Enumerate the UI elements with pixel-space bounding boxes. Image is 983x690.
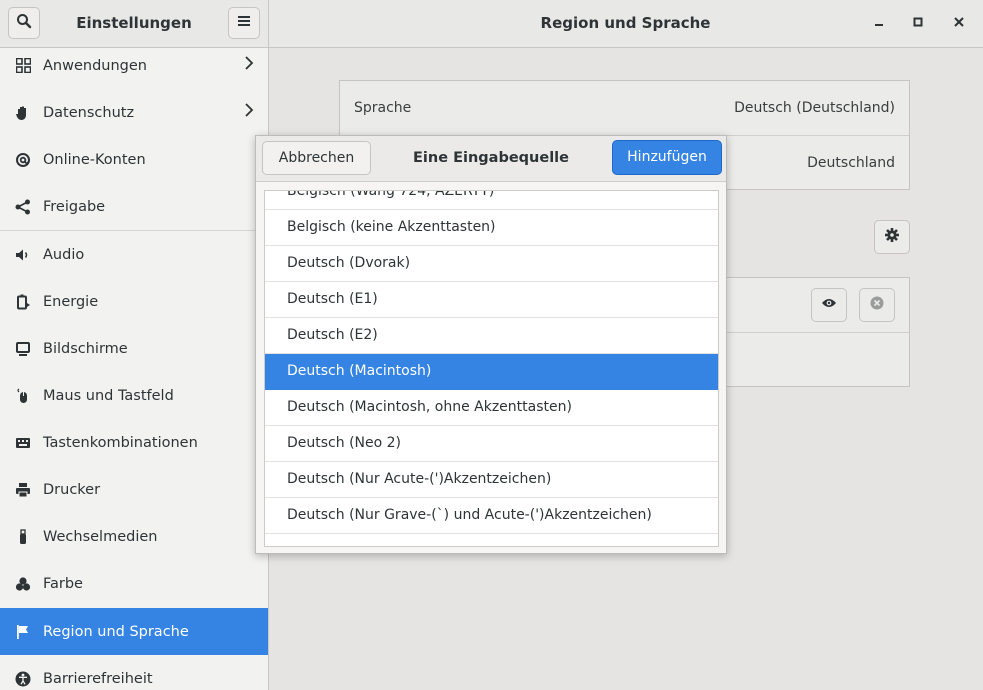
sidebar-item-barrierefreiheit[interactable]: Barrierefreiheit <box>0 655 268 690</box>
language-label: Sprache <box>354 100 412 116</box>
flag-icon <box>14 623 32 641</box>
printer-icon <box>14 481 32 499</box>
sidebar-item-region-und-sprache[interactable]: Region und Sprache <box>0 608 268 655</box>
sidebar-item-label: Drucker <box>43 481 101 498</box>
sidebar-item-maus-und-tastfeld[interactable]: Maus und Tastfeld <box>0 372 268 419</box>
list-item[interactable]: Belgisch (keine Akzenttasten) <box>265 210 718 246</box>
at-icon <box>14 151 32 169</box>
minimize-icon <box>874 15 884 31</box>
sidebar-item-label: Wechselmedien <box>43 528 158 545</box>
sidebar-item-label: Region und Sprache <box>43 623 189 640</box>
maximize-button[interactable] <box>909 14 927 32</box>
sidebar-item-audio[interactable]: Audio <box>0 231 268 278</box>
sidebar-item-label: Bildschirme <box>43 340 128 357</box>
minimize-button[interactable] <box>870 14 888 32</box>
sidebar-item-anwendungen[interactable]: Anwendungen <box>0 48 268 89</box>
sidebar-item-label: Anwendungen <box>43 57 147 74</box>
list-item-selected[interactable]: Deutsch (Macintosh) <box>265 354 718 390</box>
maximize-icon <box>913 15 923 31</box>
sidebar-item-label: Freigabe <box>43 198 106 215</box>
sidebar-item-wechselmedien[interactable]: Wechselmedien <box>0 513 268 560</box>
language-value: Deutsch (Deutschland) <box>734 100 895 116</box>
sidebar-item-label: Farbe <box>43 575 83 592</box>
sidebar-item-label: Datenschutz <box>43 104 135 121</box>
keyboard-icon <box>14 434 32 452</box>
sidebar-item-online-konten[interactable]: Online-Konten <box>0 136 268 183</box>
hamburger-menu-icon <box>237 15 251 31</box>
sidebar-item-label: Barrierefreiheit <box>43 670 153 687</box>
list-item[interactable]: Deutsch (Nur Acute-(')Akzentzeichen) <box>265 462 718 498</box>
list-item[interactable]: Deutsch (Dvorak) <box>265 246 718 282</box>
sidebar-item-drucker[interactable]: Drucker <box>0 466 268 513</box>
list-item[interactable]: Deutsch (E1) <box>265 282 718 318</box>
usb-icon <box>14 528 32 546</box>
sidebar-item-label: Audio <box>43 246 85 263</box>
share-icon <box>14 198 32 216</box>
chevron-right-icon <box>244 103 254 121</box>
formats-value: Deutschland <box>807 155 895 171</box>
add-button[interactable]: Hinzufügen <box>612 140 722 175</box>
sidebar: Anwendungen Datenschutz Online-Konten Fr… <box>0 48 269 690</box>
sidebar-item-tastenkombinationen[interactable]: Tastenkombinationen <box>0 419 268 466</box>
chevron-right-icon <box>244 56 254 74</box>
gear-icon <box>884 227 900 247</box>
speaker-icon <box>14 246 32 264</box>
remove-circle-icon <box>870 296 884 314</box>
list-item[interactable]: Deutsch (Nur Grave-(`) und Acute-(')Akze… <box>265 498 718 534</box>
sidebar-item-label: Maus und Tastfeld <box>43 387 174 404</box>
close-icon <box>954 15 964 31</box>
list-item[interactable]: Belgisch (Wang 724, AZERTY) <box>265 191 718 210</box>
accessibility-icon <box>14 670 32 688</box>
remove-input-source-button[interactable] <box>859 288 895 322</box>
sidebar-item-label: Online-Konten <box>43 151 146 168</box>
input-sources-options-button[interactable] <box>874 220 910 254</box>
language-row[interactable]: Sprache Deutsch (Deutschland) <box>340 81 909 135</box>
sidebar-item-datenschutz[interactable]: Datenschutz <box>0 89 268 136</box>
sidebar-item-energie[interactable]: Energie <box>0 278 268 325</box>
dialog-header: Abbrechen Eine Eingabequelle hinzufügen … <box>256 136 726 210</box>
sidebar-title: Einstellungen <box>76 14 192 32</box>
input-source-list[interactable]: Belgisch (Wang 724, AZERTY) Belgisch (ke… <box>264 190 719 547</box>
apps-grid-icon <box>14 57 32 75</box>
palette-icon <box>14 575 32 593</box>
hand-icon <box>14 104 32 122</box>
list-item[interactable]: Deutsch (E2) <box>265 318 718 354</box>
sidebar-item-bildschirme[interactable]: Bildschirme <box>0 325 268 372</box>
close-button[interactable] <box>950 14 968 32</box>
preview-layout-button[interactable] <box>811 288 847 322</box>
search-button[interactable] <box>8 7 40 39</box>
sidebar-header: Einstellungen <box>0 0 269 47</box>
sidebar-item-farbe[interactable]: Farbe <box>0 560 268 607</box>
list-item[interactable]: Deutsch (Macintosh, ohne Akzenttasten) <box>265 390 718 426</box>
eye-icon <box>821 297 837 313</box>
battery-icon <box>14 293 32 311</box>
search-icon <box>16 13 32 33</box>
header-bar: Einstellungen Region und Sprache <box>0 0 983 48</box>
sidebar-item-label: Tastenkombinationen <box>43 434 198 451</box>
add-input-source-dialog: Abbrechen Eine Eingabequelle hinzufügen … <box>255 135 727 554</box>
mouse-icon <box>14 387 32 405</box>
cancel-button[interactable]: Abbrechen <box>262 141 371 175</box>
sidebar-item-label: Energie <box>43 293 99 310</box>
sidebar-item-freigabe[interactable]: Freigabe <box>0 183 268 230</box>
display-icon <box>14 340 32 358</box>
list-item[interactable]: Deutsch (Neo 2) <box>265 426 718 462</box>
menu-button[interactable] <box>228 7 260 39</box>
